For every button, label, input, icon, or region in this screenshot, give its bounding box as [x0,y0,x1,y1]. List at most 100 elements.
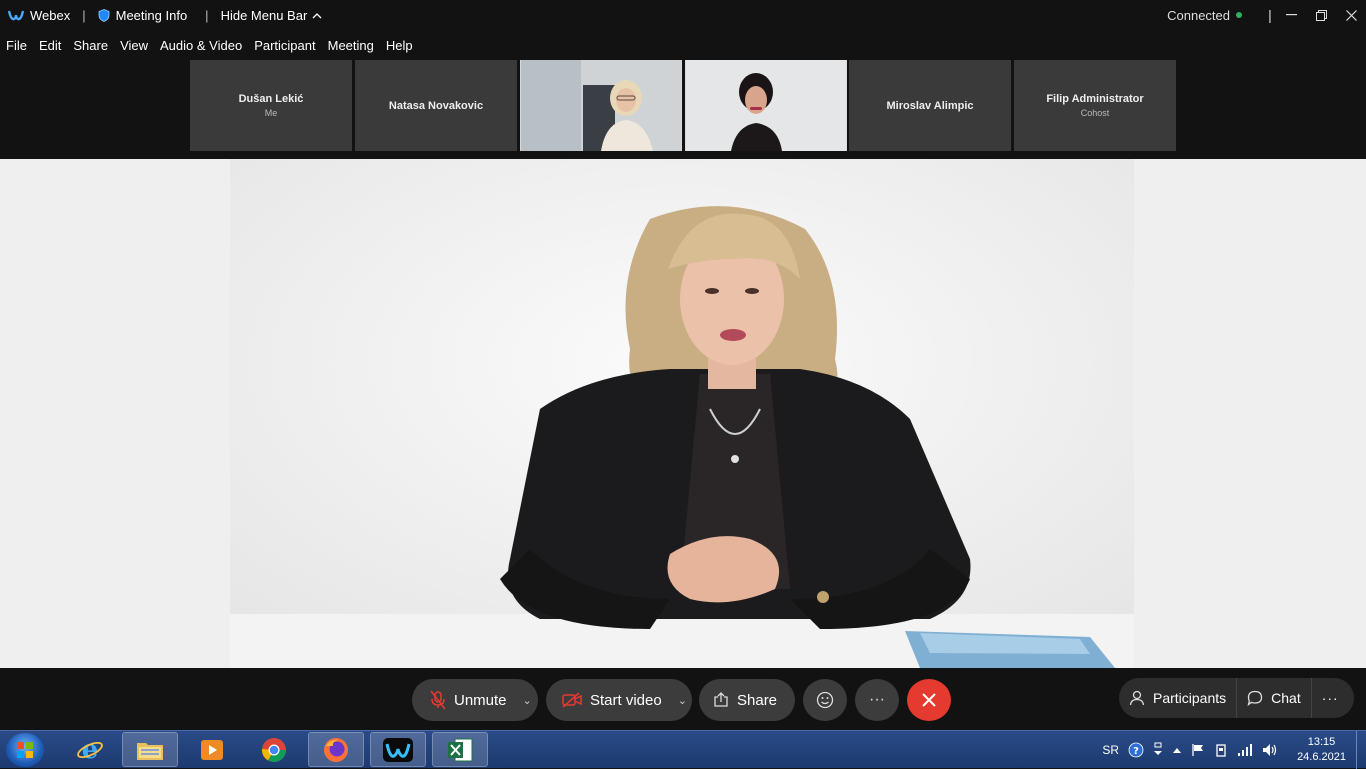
taskbar-clock[interactable]: 13:15 24.6.2021 [1297,735,1346,765]
menu-bar: File Edit Share View Audio & Video Parti… [0,32,425,58]
device-icon[interactable] [1214,743,1228,757]
internet-explorer-icon: e [77,736,103,764]
video-off-icon [562,692,582,708]
participant-name: Natasa Novakovic [388,99,484,112]
status-dot-icon [1236,12,1242,18]
panel-buttons: Participants Chat ··· [1119,678,1354,718]
active-speaker-video[interactable] [230,159,1134,668]
chrome-icon [262,737,286,762]
menu-meeting[interactable]: Meeting [328,38,374,53]
taskbar-media-player[interactable] [184,732,240,767]
participant-name: Filip Administrator [1046,93,1144,105]
participant-name: Dušan Lekić [238,93,304,105]
webex-logo-icon [8,10,24,21]
taskbar-file-explorer[interactable] [122,732,178,767]
participant-role: Me [264,108,278,118]
show-hidden-icons-icon[interactable] [1172,746,1182,754]
help-icon[interactable]: ? [1128,742,1144,758]
chevron-up-icon [312,12,322,18]
participant-video-tile[interactable] [520,60,682,151]
participant-role: Cohost [1080,108,1110,118]
meeting-control-bar: Unmute ⌄ Start video ⌄ Share ··· Partici… [0,668,1366,730]
meeting-info-button[interactable]: Meeting Info [116,8,188,23]
svg-text:e: e [82,736,99,764]
system-tray: SR ? 13:15 24.6.2021 [1102,731,1346,769]
action-center-flag-icon[interactable] [1191,743,1205,757]
connection-status-label: Connected [1167,7,1230,23]
participant-name: Miroslav Alimpic [886,99,974,112]
start-button[interactable] [6,733,44,767]
start-video-label: Start video [590,691,662,709]
app-title: Webex [30,7,71,23]
participant-tile[interactable]: Miroslav Alimpic [849,60,1011,151]
chat-label: Chat [1271,690,1301,706]
menu-edit[interactable]: Edit [39,38,61,53]
taskbar-webex[interactable] [370,732,426,767]
menu-participant[interactable]: Participant [254,38,315,53]
participant-tile[interactable]: Dušan Lekić Me [190,60,352,151]
participant-video-thumbnail [686,60,846,151]
menu-audio-video[interactable]: Audio & Video [160,38,242,53]
windows-logo-icon [17,742,33,758]
close-icon [922,693,936,707]
share-button[interactable]: Share [699,679,795,721]
participant-tile[interactable]: Natasa Novakovic [355,60,517,151]
media-player-icon [201,739,223,760]
connection-status: Connected [1167,8,1242,23]
restore-icon[interactable] [1306,0,1336,30]
clock-time: 13:15 [1307,736,1336,748]
speaker-video-frame [230,159,1134,668]
volume-icon[interactable] [1262,743,1278,757]
participants-label: Participants [1153,690,1227,706]
chevron-down-icon[interactable]: ⌄ [523,694,532,707]
unmute-button[interactable]: Unmute ⌄ [412,679,538,721]
taskbar-internet-explorer[interactable]: e [62,732,118,767]
show-desktop-button[interactable] [1356,731,1366,769]
more-panels-button[interactable]: ··· [1312,678,1349,718]
network-signal-icon[interactable] [1237,743,1253,757]
windows-taskbar: e SR ? 13:15 24.6.2021 [0,730,1366,769]
minimize-icon[interactable] [1276,0,1306,30]
title-bar: Webex | Meeting Info | Hide Menu Bar Con… [0,0,1366,30]
excel-icon [448,738,473,761]
input-switch-icon[interactable] [1153,742,1163,758]
share-icon [714,692,728,707]
shield-icon [98,8,110,22]
chat-button[interactable]: Chat [1237,678,1311,718]
webex-icon [383,737,413,762]
participant-filmstrip: Dušan Lekić Me Natasa Novakovic Miroslav… [0,58,1366,159]
more-dots-icon: ··· [869,691,885,708]
start-video-button[interactable]: Start video ⌄ [546,679,692,721]
chat-bubble-icon [1247,690,1263,706]
hide-menu-bar-button[interactable]: Hide Menu Bar [221,8,323,23]
end-call-button[interactable] [907,679,951,721]
close-icon[interactable] [1336,0,1366,30]
participant-tile[interactable]: Filip Administrator Cohost [1014,60,1176,151]
main-stage [0,159,1366,668]
taskbar-firefox[interactable] [308,732,364,767]
reactions-button[interactable] [803,679,847,721]
participant-video-tile[interactable] [685,60,847,151]
menu-file[interactable]: File [6,38,27,53]
menu-share[interactable]: Share [73,38,108,53]
more-options-button[interactable]: ··· [855,679,899,721]
firefox-icon [324,737,348,762]
hide-menu-bar-label: Hide Menu Bar [220,7,308,23]
participant-video-thumbnail [521,60,681,151]
menu-help[interactable]: Help [386,38,413,53]
titlebar-divider: | [1268,7,1272,23]
svg-text:?: ? [1133,746,1139,757]
language-indicator[interactable]: SR [1102,743,1119,757]
unmute-label: Unmute [454,691,507,709]
taskbar-excel[interactable] [432,732,488,767]
muted-mic-icon [430,690,446,710]
person-icon [1129,690,1145,706]
share-label: Share [737,691,778,709]
taskbar-chrome[interactable] [246,732,302,767]
smiley-icon [816,691,834,709]
participants-button[interactable]: Participants [1119,678,1236,718]
folder-icon [137,742,163,760]
menu-view[interactable]: View [120,38,148,53]
chevron-down-icon[interactable]: ⌄ [678,694,687,707]
more-dots-icon: ··· [1321,690,1339,706]
